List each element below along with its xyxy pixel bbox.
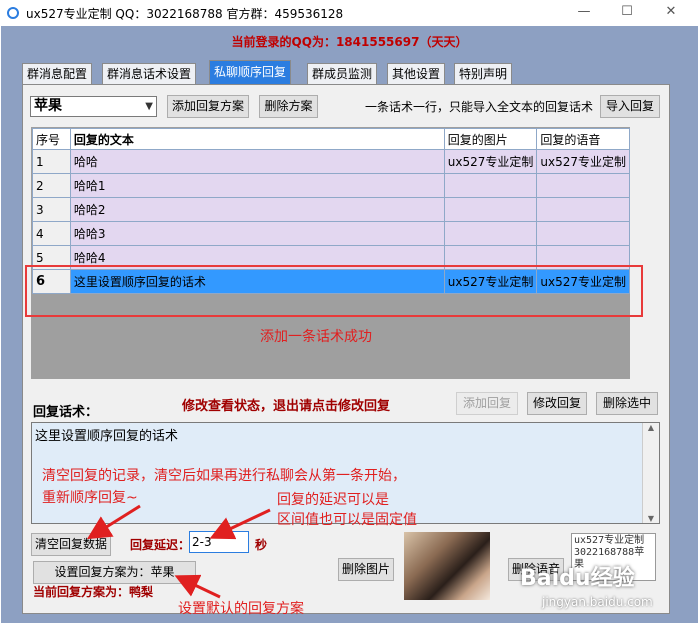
annotation-arrows	[86, 504, 271, 599]
arrow-delay	[209, 508, 271, 540]
arrow-default	[174, 574, 221, 599]
arrow-clear	[86, 504, 141, 540]
